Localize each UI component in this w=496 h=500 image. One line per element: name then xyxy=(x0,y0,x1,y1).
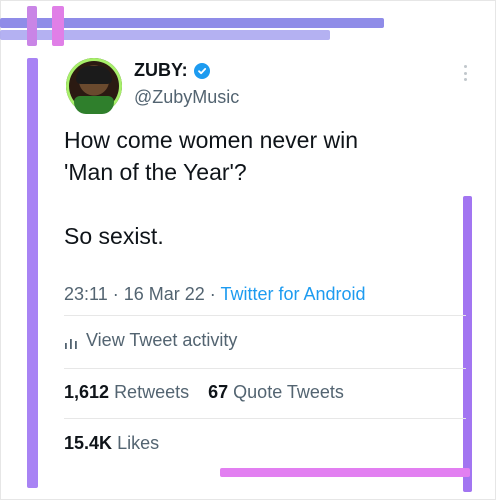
view-tweet-activity-label: View Tweet activity xyxy=(86,330,238,350)
divider xyxy=(64,315,466,316)
tweet-text-line-3: So sexist. xyxy=(64,223,164,249)
tweet-text-line-1: How come women never win xyxy=(64,127,359,153)
more-dot xyxy=(463,78,467,81)
divider xyxy=(64,368,466,369)
likes-stat[interactable]: 15.4K Likes xyxy=(64,433,159,454)
avatar-cap xyxy=(76,66,112,84)
decorative-bar-right xyxy=(463,196,472,492)
view-tweet-activity[interactable]: View Tweet activity xyxy=(64,330,237,351)
bar-chart-icon xyxy=(64,334,78,349)
decorative-bar-left xyxy=(27,58,38,488)
more-dot xyxy=(463,65,467,68)
tweet-text-line-2: 'Man of the Year'? xyxy=(64,159,247,185)
tweet-source[interactable]: Twitter for Android xyxy=(220,284,365,304)
tweet-stats: 1,612 Retweets 67 Quote Tweets xyxy=(64,382,358,403)
retweets-label: Retweets xyxy=(114,382,190,402)
likes-label: Likes xyxy=(117,433,160,453)
more-dot xyxy=(463,71,467,75)
decorative-bar-top-purple-secondary xyxy=(0,30,330,40)
likes-count: 15.4K xyxy=(64,433,113,453)
tweet-text-gap xyxy=(64,188,464,220)
divider xyxy=(64,418,466,419)
author-name-row[interactable]: ZUBY: xyxy=(134,60,210,81)
quote-tweets-count: 67 xyxy=(208,382,229,402)
tweet-text: How come women never win 'Man of the Yea… xyxy=(64,124,464,252)
verified-badge-icon xyxy=(193,62,210,79)
retweets-count: 1,612 xyxy=(64,382,110,402)
decorative-bar-bottom-pink xyxy=(220,468,470,477)
meta-separator: · xyxy=(209,284,216,304)
decorative-bar-top-pink-1 xyxy=(27,6,37,46)
more-vertical-icon[interactable] xyxy=(463,65,467,81)
avatar[interactable] xyxy=(66,58,122,114)
quote-tweets-stat[interactable]: 67 Quote Tweets xyxy=(208,382,344,402)
decorative-bar-top-pink-2 xyxy=(52,6,64,46)
timestamp[interactable]: 23:11 · 16 Mar 22 xyxy=(64,284,205,304)
quote-tweets-label: Quote Tweets xyxy=(233,382,344,402)
author-handle[interactable]: @ZubyMusic xyxy=(134,87,239,108)
tweet-meta: 23:11 · 16 Mar 22 · Twitter for Android xyxy=(64,284,366,305)
avatar-shirt xyxy=(74,96,114,114)
author-name[interactable]: ZUBY: xyxy=(134,60,188,81)
retweets-stat[interactable]: 1,612 Retweets xyxy=(64,382,194,402)
